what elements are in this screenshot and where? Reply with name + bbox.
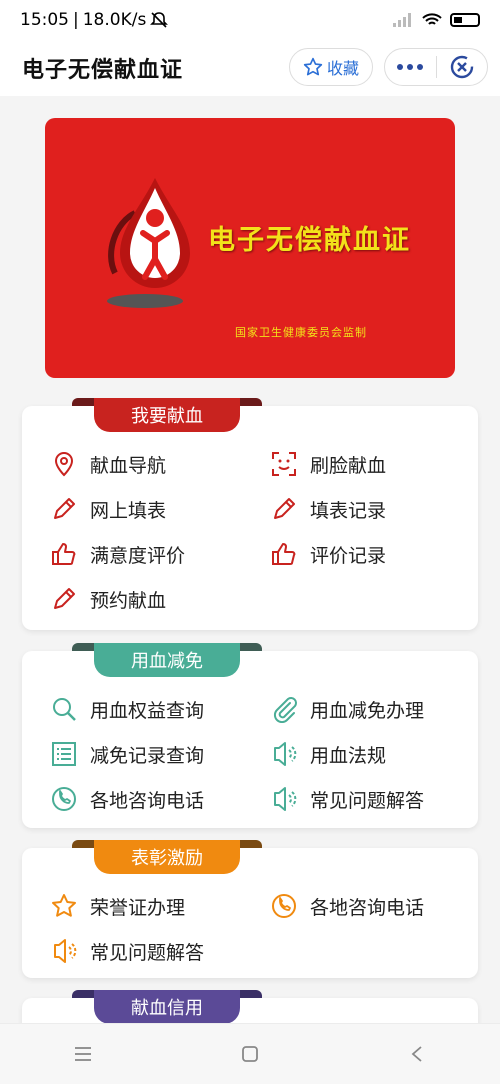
star-icon xyxy=(52,894,76,917)
menu-item-rating-records[interactable]: 评价记录 xyxy=(270,538,386,570)
menu-icon xyxy=(75,1047,92,1061)
menu-item-donation-navigation[interactable]: 献血导航 xyxy=(50,448,166,480)
face-scan-icon xyxy=(272,452,296,476)
favorite-label: 收藏 xyxy=(326,59,359,78)
wifi-icon xyxy=(422,13,442,25)
more-icon xyxy=(397,64,424,70)
banner-title: 电子无偿献血证 xyxy=(208,225,411,256)
menu-item-face-donation[interactable]: 刷脸献血 xyxy=(270,448,386,480)
pencil-icon xyxy=(54,588,75,609)
menu-item-faq[interactable]: 常见问题解答 xyxy=(50,935,204,967)
section-title: 表彰激励 xyxy=(94,840,240,874)
favorite-button[interactable]: 收藏 xyxy=(289,48,373,86)
search-icon xyxy=(53,698,76,721)
menu-item-satisfaction-rating[interactable]: 满意度评价 xyxy=(50,538,185,570)
menu-item-appointment-donation[interactable]: 预约献血 xyxy=(50,583,166,615)
blood-donation-banner: 电子无偿献血证 国家卫生健康委员会监制 xyxy=(45,118,455,378)
audio-guide-icon xyxy=(274,787,297,811)
menu-item-consult-phone[interactable]: 各地咨询电话 xyxy=(270,890,424,922)
menu-item-exemption-apply[interactable]: 用血减免办理 xyxy=(270,693,424,725)
menu-item-faq[interactable]: 常见问题解答 xyxy=(270,783,424,815)
audio-guide-icon xyxy=(54,939,77,963)
section-title: 献血信用 xyxy=(94,990,240,1024)
menu-button[interactable] xyxy=(63,1034,103,1074)
menu-item-honor-certificate[interactable]: 荣誉证办理 xyxy=(50,890,185,922)
back-button[interactable] xyxy=(397,1034,437,1074)
app-header: 电子无偿献血证 收藏 xyxy=(0,40,500,96)
thumbs-up-icon xyxy=(52,543,76,565)
section-title: 我要献血 xyxy=(94,398,240,432)
menu-item-online-form[interactable]: 网上填表 xyxy=(50,493,166,525)
banner-subtitle: 国家卫生健康委员会监制 xyxy=(235,326,367,339)
pencil-icon xyxy=(54,498,75,519)
pencil-icon xyxy=(274,498,295,519)
system-navigation-bar xyxy=(0,1023,500,1084)
menu-item-rights-query[interactable]: 用血权益查询 xyxy=(50,693,204,725)
list-icon xyxy=(52,742,76,766)
section-blood-use-exemption: 用血减免 用血权益查询 用血减免办理 减免记录查询 用血法规 各地咨询电话 常见… xyxy=(22,643,478,828)
more-button[interactable] xyxy=(385,49,436,85)
signal-icon xyxy=(393,13,411,27)
blood-drop-logo-icon xyxy=(107,178,190,308)
home-square-icon xyxy=(242,1046,258,1062)
phone-icon xyxy=(272,894,296,918)
section-title: 用血减免 xyxy=(94,643,240,677)
paperclip-icon xyxy=(273,697,297,723)
home-button[interactable] xyxy=(230,1034,270,1074)
phone-icon xyxy=(52,787,76,811)
back-chevron-icon xyxy=(411,1046,422,1062)
mini-program-capsule xyxy=(384,48,488,86)
close-button[interactable] xyxy=(437,49,488,85)
status-time: 15:05 xyxy=(20,10,69,30)
menu-item-form-records[interactable]: 填表记录 xyxy=(270,493,386,525)
thumbs-up-icon xyxy=(272,543,296,565)
menu-item-blood-law[interactable]: 用血法规 xyxy=(270,738,386,770)
audio-guide-icon xyxy=(274,742,297,766)
section-honor-incentive: 表彰激励 荣誉证办理 各地咨询电话 常见问题解答 xyxy=(22,840,478,978)
network-speed: 18.0K/s xyxy=(82,10,147,30)
page-title: 电子无偿献血证 xyxy=(22,58,184,83)
close-icon xyxy=(450,55,473,79)
battery-icon xyxy=(450,13,480,27)
menu-item-consult-phone[interactable]: 各地咨询电话 xyxy=(50,783,204,815)
location-pin-icon xyxy=(54,451,74,477)
status-bar: 15:05 | 18.0K/s xyxy=(0,0,500,40)
section-donate: 我要献血 献血导航 刷脸献血 网上填表 填表记录 满意度评价 评价记录 预约献血 xyxy=(22,398,478,630)
menu-item-exemption-records[interactable]: 减免记录查询 xyxy=(50,738,204,770)
star-icon xyxy=(303,57,323,76)
notification-muted-icon xyxy=(150,12,169,28)
